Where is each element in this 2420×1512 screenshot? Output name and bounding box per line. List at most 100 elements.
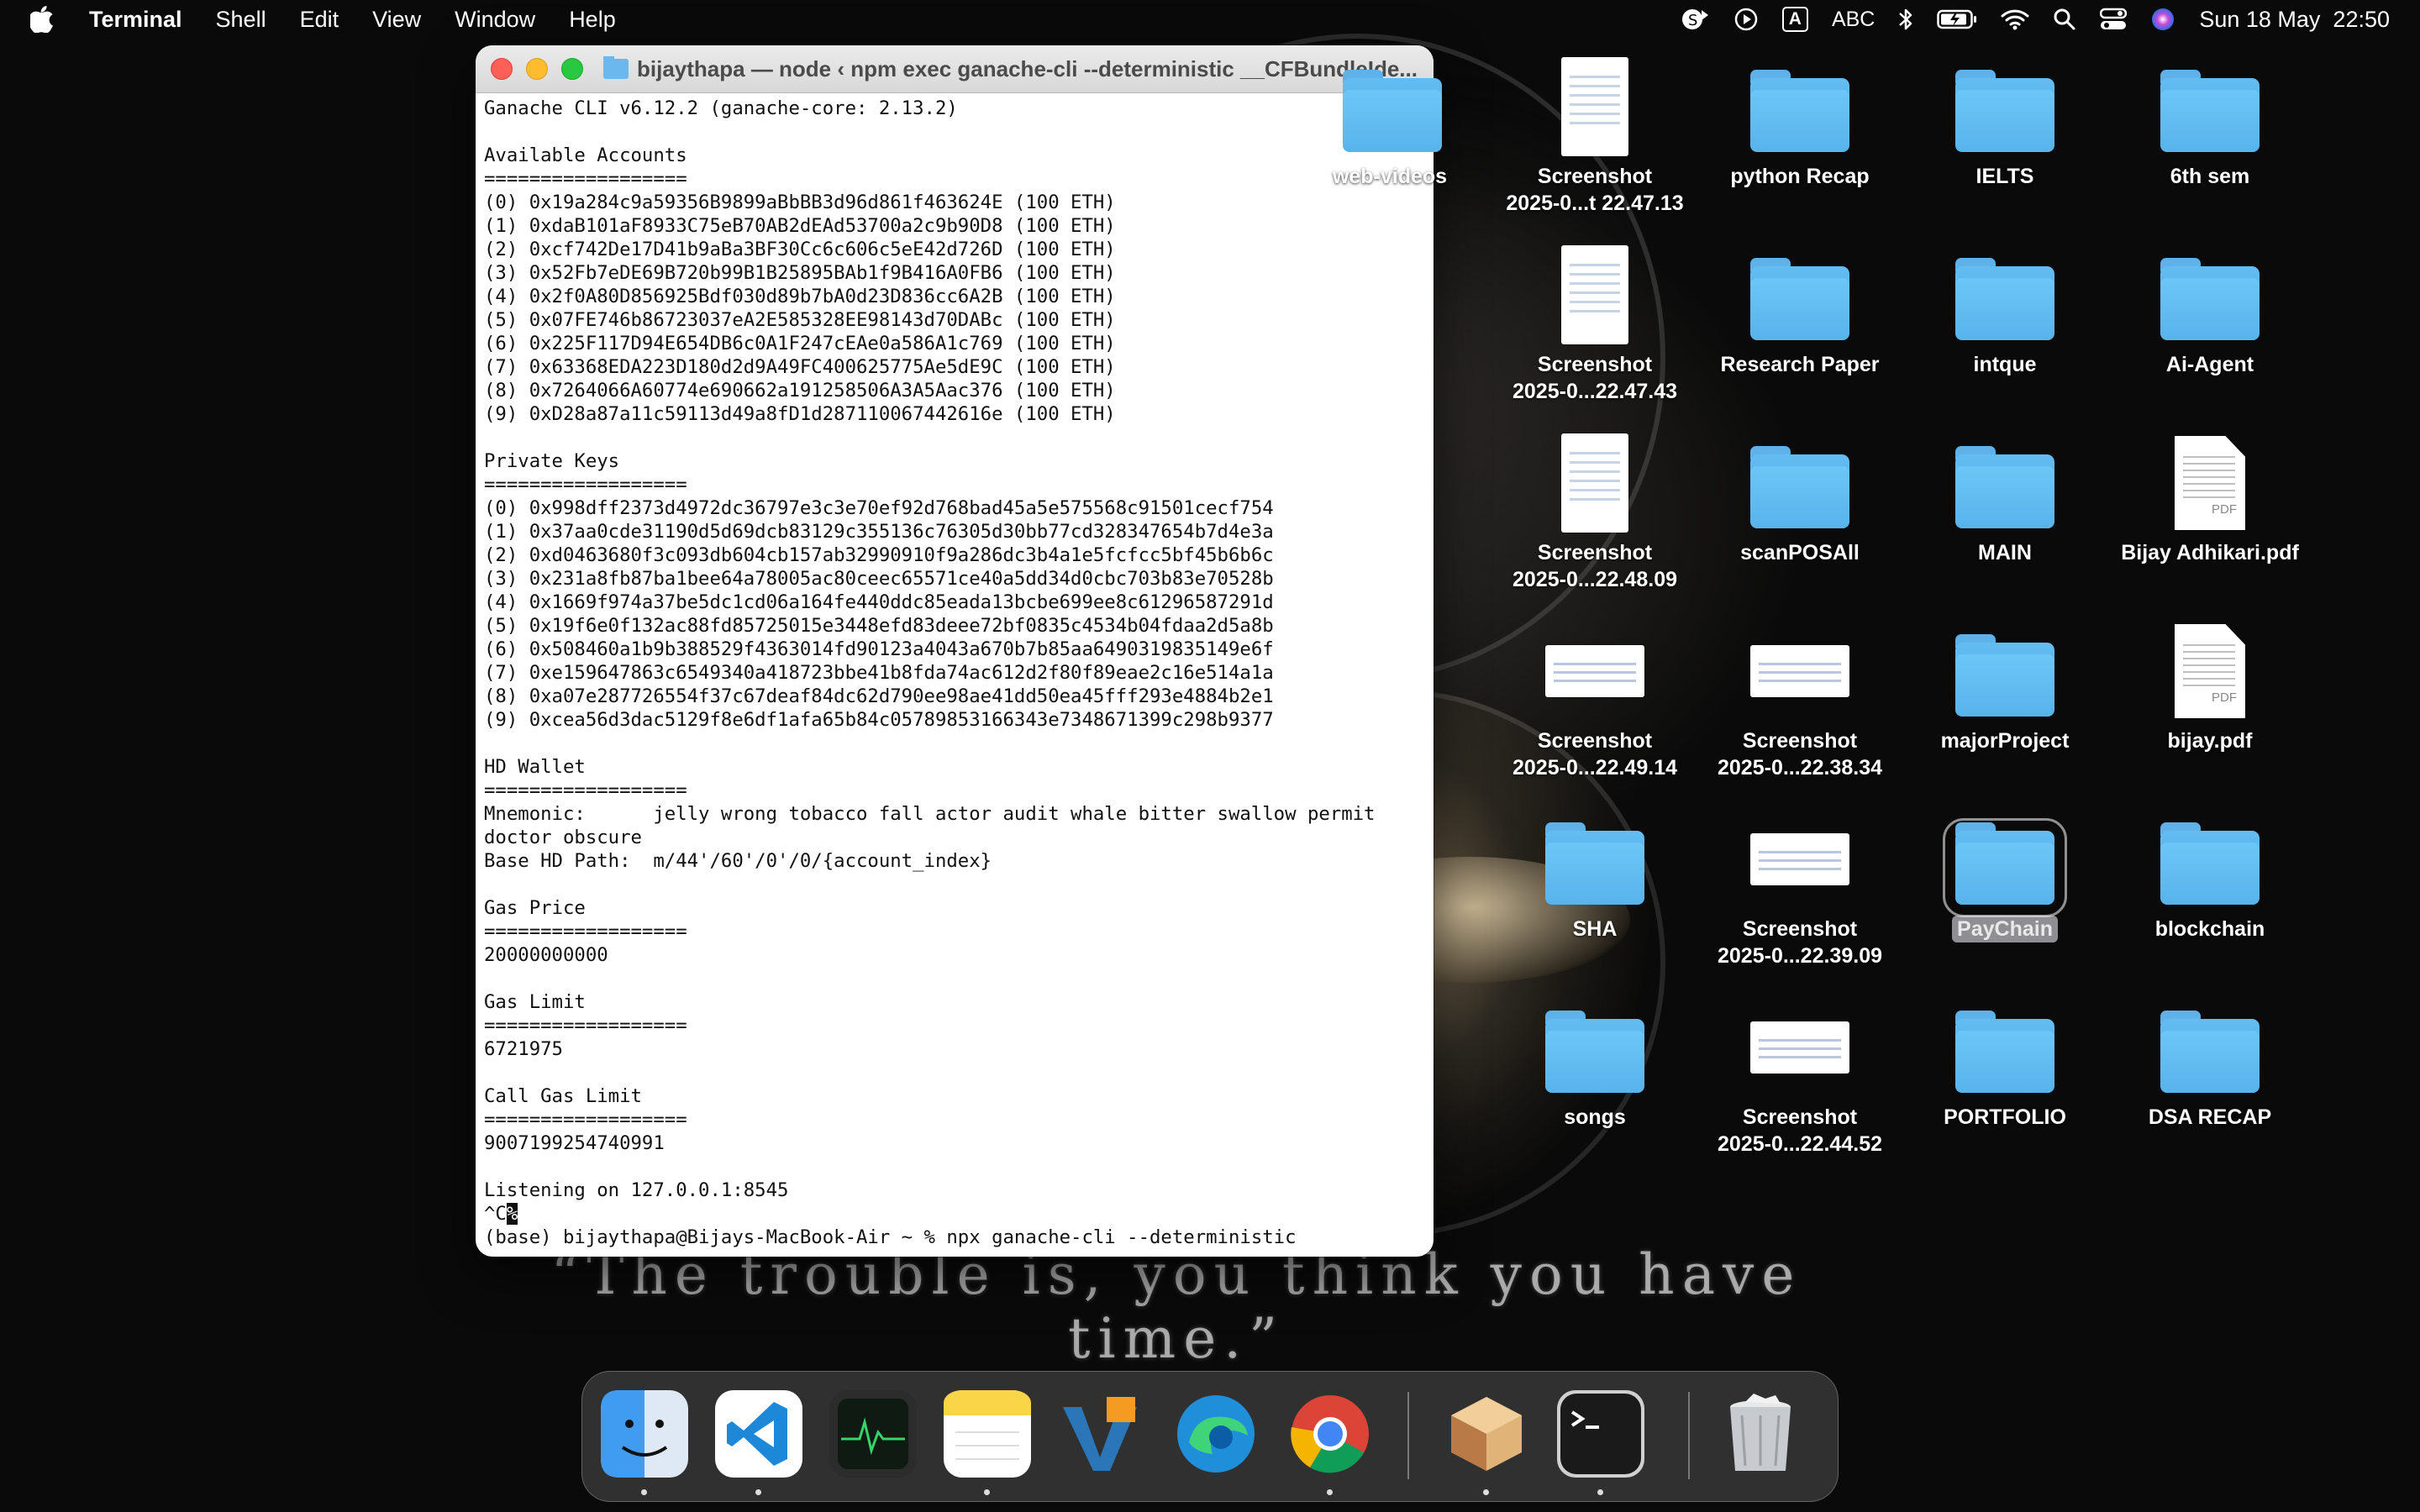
menu-app-terminal[interactable]: Terminal — [89, 7, 182, 33]
desktop-item-bijay-adhikari-pdf[interactable]: PDF Bijay Adhikari.pdf — [2109, 428, 2311, 566]
vscode-icon[interactable] — [715, 1390, 802, 1478]
terminal-line: HD Wallet — [484, 756, 586, 778]
bluetooth-icon[interactable] — [1898, 7, 1913, 32]
desktop-item-main[interactable]: MAIN — [1904, 428, 2106, 566]
screenshot-thumbnail-icon — [1750, 645, 1849, 697]
terminal-line: (5) 0x07FE746b86723037eA2E585328EE98143d… — [484, 309, 1116, 331]
chrome-icon[interactable] — [1286, 1390, 1374, 1478]
desktop-item-bijay-pdf[interactable]: PDF bijay.pdf — [2109, 617, 2311, 754]
minimize-button[interactable] — [526, 58, 548, 80]
desktop-item-6th-sem[interactable]: 6th sem — [2109, 52, 2311, 190]
desktop-item-screenshot-2025-0-22-48-09[interactable]: Screenshot 2025-0...22.48.09 — [1494, 428, 1696, 593]
menu-window[interactable]: Window — [455, 7, 535, 33]
desktop-item-intque[interactable]: intque — [1904, 240, 2106, 378]
terminal-line: (4) 0x2f0A80D856925Bdf030d89b7bA0d23D836… — [484, 286, 1116, 307]
menu-edit[interactable]: Edit — [300, 7, 339, 33]
desktop-item-portfolio[interactable]: PORTFOLIO — [1904, 993, 2106, 1131]
desktop-item-label: Ai-Agent — [2165, 353, 2254, 376]
wifi-icon[interactable] — [2001, 8, 2029, 30]
terminal-line: (0) 0x19a284c9a59356B9899aBbBB3d96d861f4… — [484, 192, 1116, 213]
desktop-item-majorproject[interactable]: majorProject — [1904, 617, 2106, 754]
desktop-item-paychain[interactable]: PayChain — [1904, 805, 2106, 942]
desktop-item-ielts[interactable]: IELTS — [1904, 52, 2106, 190]
svg-text:S: S — [1688, 12, 1697, 29]
sublime-box-icon[interactable] — [1443, 1390, 1530, 1478]
terminal-icon[interactable] — [1557, 1390, 1644, 1478]
desktop-item-web-videos[interactable]: web-videos — [1289, 52, 1491, 190]
edge-icon[interactable] — [1172, 1390, 1260, 1478]
terminal-line: (8) 0x7264066A60774e690662a191258506A3A5… — [484, 380, 1116, 402]
folder-icon — [2160, 258, 2260, 340]
play-circle-icon[interactable] — [1733, 7, 1759, 32]
battery-icon[interactable] — [1937, 8, 1977, 30]
desktop-item-label: bijay.pdf — [2167, 729, 2253, 753]
folder-icon — [2160, 1011, 2260, 1093]
close-button[interactable] — [491, 58, 513, 80]
trash-icon[interactable] — [1717, 1390, 1804, 1478]
terminal-line: (3) 0x231a8fb87ba1bee64a78005ac80ceec655… — [484, 568, 1274, 590]
siri-icon[interactable] — [2150, 7, 2175, 32]
folder-icon — [2160, 822, 2260, 905]
desktop-item-sha[interactable]: SHA — [1494, 805, 1696, 942]
screenshot-thumbnail-icon — [1561, 433, 1628, 533]
menu-view[interactable]: View — [372, 7, 421, 33]
folder-icon — [1750, 70, 1849, 152]
terminal-line: ================== — [484, 780, 687, 801]
terminal-output[interactable]: Ganache CLI v6.12.2 (ganache-core: 2.13.… — [476, 93, 1434, 1249]
desktop-item-python-recap[interactable]: python Recap — [1699, 52, 1901, 190]
notes-icon[interactable] — [944, 1390, 1031, 1478]
terminal-line: ================== — [484, 474, 687, 496]
terminal-line: 6721975 — [484, 1038, 563, 1060]
terminal-window[interactable]: bijaythapa — node ‹ npm exec ganache-cli… — [476, 45, 1434, 1257]
script-editor-icon[interactable]: S — [1681, 7, 1710, 32]
running-indicator — [984, 1489, 990, 1495]
zoom-button[interactable] — [561, 58, 583, 80]
desktop-item-label: IELTS — [1975, 165, 2034, 188]
desktop-item-songs[interactable]: songs — [1494, 993, 1696, 1131]
running-indicator — [641, 1489, 647, 1495]
desktop-item-label: songs — [1564, 1105, 1626, 1129]
input-source-label[interactable]: ABC — [1832, 8, 1875, 32]
activity-monitor-icon[interactable] — [829, 1390, 917, 1478]
finder-icon[interactable] — [601, 1390, 688, 1478]
desktop-item-screenshot-2025-0-22-49-14[interactable]: Screenshot 2025-0...22.49.14 — [1494, 617, 1696, 781]
desktop-item-scanposall[interactable]: scanPOSAll — [1699, 428, 1901, 566]
terminal-line: Listening on 127.0.0.1:8545 — [484, 1179, 789, 1201]
clock-datetime[interactable]: Sun 18 May 22:50 — [2199, 7, 2390, 33]
desktop-item-screenshot-2025-0-22-38-34[interactable]: Screenshot 2025-0...22.38.34 — [1699, 617, 1901, 781]
menu-shell[interactable]: Shell — [216, 7, 266, 33]
search-icon[interactable] — [2053, 8, 2076, 31]
terminal-line: (6) 0x508460a1b9b388529f4363014fd90123a4… — [484, 638, 1274, 660]
desktop-item-research-paper[interactable]: Research Paper — [1699, 240, 1901, 378]
terminal-line: 9007199254740991 — [484, 1132, 665, 1154]
desktop-item-label: Screenshot 2025-0...22.38.34 — [1718, 729, 1882, 780]
visual-paradigm-icon[interactable] — [1058, 1390, 1145, 1478]
pdf-badge: PDF — [2212, 502, 2237, 517]
desktop-item-label: SHA — [1572, 917, 1618, 941]
terminal-line: (3) 0x52Fb7eDE69B720b99B1B25895BAb1f9B41… — [484, 262, 1116, 284]
terminal-line: Base HD Path: m/44'/60'/0'/0/{account_in… — [484, 850, 992, 872]
desktop-item-ai-agent[interactable]: Ai-Agent — [2109, 240, 2311, 378]
desktop-item-blockchain[interactable]: blockchain — [2109, 805, 2311, 942]
desktop-item-label: MAIN — [1978, 541, 2032, 564]
menu-help[interactable]: Help — [569, 7, 616, 33]
scroll-indicator[interactable] — [1427, 1248, 1434, 1257]
control-center-icon[interactable] — [2100, 8, 2128, 31]
terminal-line: Private Keys — [484, 450, 620, 472]
terminal-line: ================== — [484, 921, 687, 942]
folder-icon — [1545, 1011, 1644, 1093]
desktop-item-dsa-recap[interactable]: DSA RECAP — [2109, 993, 2311, 1131]
apple-menu-icon[interactable] — [30, 6, 64, 33]
running-indicator — [755, 1489, 761, 1495]
terminal-line: Available Accounts — [484, 144, 687, 166]
desktop-item-screenshot-2025-0-22-47-43[interactable]: Screenshot 2025-0...22.47.43 — [1494, 240, 1696, 405]
desktop-item-screenshot-2025-0-22-44-52[interactable]: Screenshot 2025-0...22.44.52 — [1699, 993, 1901, 1158]
folder-icon — [1750, 258, 1849, 340]
screenshot-thumbnail-icon — [1545, 645, 1644, 697]
input-source-icon[interactable]: A — [1781, 7, 1808, 32]
desktop-item-label: Screenshot 2025-0...22.39.09 — [1718, 917, 1882, 968]
desktop-item-label: Research Paper — [1720, 353, 1880, 376]
desktop-item-screenshot-2025-0-t-22-47-13[interactable]: Screenshot 2025-0...t 22.47.13 — [1494, 52, 1696, 217]
desktop-item-screenshot-2025-0-22-39-09[interactable]: Screenshot 2025-0...22.39.09 — [1699, 805, 1901, 969]
